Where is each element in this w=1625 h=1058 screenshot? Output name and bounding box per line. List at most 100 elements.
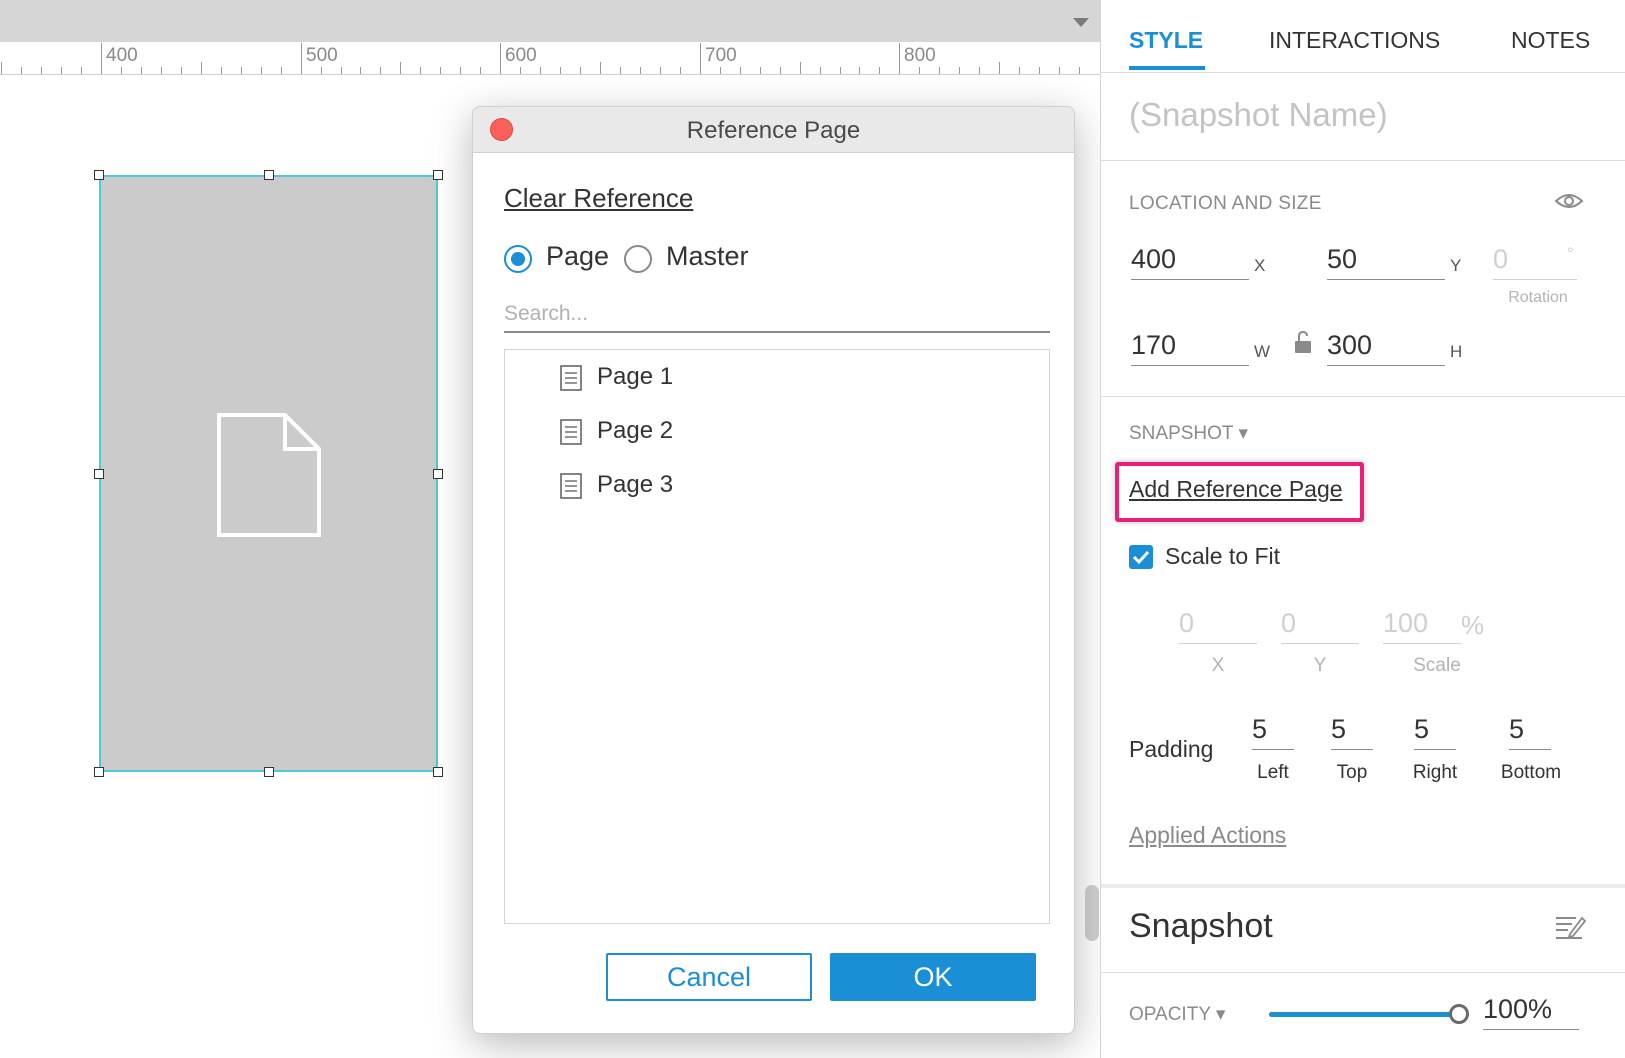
page-item-label: Page 2: [597, 417, 674, 444]
padding-right-field[interactable]: 5: [1414, 714, 1456, 750]
ruler-tick: [780, 67, 781, 74]
resize-handle-bottom-right[interactable]: [433, 767, 443, 777]
vertical-scrollbar[interactable]: [1085, 885, 1099, 941]
scale-to-fit-checkbox[interactable]: [1129, 545, 1153, 569]
radio-master[interactable]: [624, 245, 652, 273]
eye-icon[interactable]: [1554, 191, 1584, 211]
rotation-unit: °: [1567, 244, 1574, 263]
offset-x-field[interactable]: 0: [1179, 608, 1257, 644]
tab-notes[interactable]: NOTES: [1511, 27, 1590, 54]
resize-handle-top-left[interactable]: [94, 170, 104, 180]
resize-handle-top[interactable]: [264, 170, 274, 180]
page-icon: [560, 419, 582, 445]
radio-page-label[interactable]: Page: [546, 241, 609, 272]
padding-left-caption: Left: [1257, 762, 1289, 783]
ruler-tick: [600, 62, 601, 74]
page-item-label: Page 1: [597, 363, 674, 390]
reference-page-dialog: Reference Page Clear Reference Page Mast…: [472, 106, 1075, 1034]
opacity-slider-handle[interactable]: [1449, 1004, 1469, 1024]
rotation-caption: Rotation: [1508, 289, 1568, 306]
height-field[interactable]: 300: [1327, 330, 1445, 366]
ruler-label: 600: [505, 45, 537, 66]
page-list: Page 1 Page 2 Page 3: [504, 349, 1050, 924]
y-field[interactable]: 50: [1327, 244, 1445, 280]
page-item-label: Page 3: [597, 471, 674, 498]
padding-left-field[interactable]: 5: [1252, 714, 1294, 750]
radio-master-label[interactable]: Master: [666, 241, 749, 272]
x-field[interactable]: 400: [1131, 244, 1249, 280]
radio-page[interactable]: [504, 245, 532, 273]
width-field[interactable]: 170: [1131, 330, 1249, 366]
h-field-label: H: [1450, 342, 1463, 361]
ruler-tick: [979, 67, 980, 74]
ruler-tick: [380, 67, 381, 74]
tab-style[interactable]: STYLE: [1129, 27, 1203, 54]
ruler-tick: [580, 67, 581, 74]
resize-handle-bottom-left[interactable]: [94, 767, 104, 777]
snapshot-section-toggle[interactable]: SNAPSHOT ▾: [1129, 422, 1248, 445]
ruler-tick: [301, 43, 302, 74]
page-icon: [560, 473, 582, 499]
w-field-label: W: [1254, 342, 1271, 361]
ruler-tick: [221, 67, 222, 74]
padding-bottom-caption: Bottom: [1500, 762, 1562, 783]
resize-handle-right[interactable]: [433, 469, 443, 479]
offset-x-caption: X: [1211, 655, 1225, 676]
scale-to-fit-label[interactable]: Scale to Fit: [1165, 543, 1280, 570]
padding-top-field[interactable]: 5: [1331, 714, 1373, 750]
scale-unit: %: [1461, 610, 1485, 640]
search-input[interactable]: [504, 297, 1050, 333]
divider: [1101, 884, 1625, 888]
ok-button[interactable]: OK: [830, 953, 1036, 1001]
ruler-tick: [281, 67, 282, 74]
ruler-tick: [181, 67, 182, 74]
ruler-tick: [740, 67, 741, 74]
ruler-label: 500: [306, 45, 338, 66]
active-tab-indicator: [1129, 66, 1205, 70]
ruler-tick: [939, 67, 940, 74]
resize-handle-bottom[interactable]: [264, 767, 274, 777]
ruler-tick: [959, 67, 960, 74]
dialog-title: Reference Page: [686, 117, 861, 144]
y-field-label: Y: [1450, 256, 1462, 275]
opacity-slider-track[interactable]: [1269, 1012, 1455, 1017]
ruler-tick: [700, 43, 701, 74]
resize-handle-top-right[interactable]: [433, 170, 443, 180]
ruler-tick: [141, 67, 142, 74]
scale-field[interactable]: 100: [1383, 608, 1461, 644]
ruler-tick: [420, 67, 421, 74]
ruler-tick: [999, 62, 1000, 74]
dropdown-arrow-icon[interactable]: [1073, 18, 1089, 27]
ruler-tick: [360, 67, 361, 74]
ruler-tick: [720, 67, 721, 74]
opacity-field[interactable]: 100%: [1483, 994, 1579, 1030]
offset-y-field[interactable]: 0: [1281, 608, 1359, 644]
ruler-tick: [21, 67, 22, 74]
add-reference-page-link[interactable]: Add Reference Page: [1129, 476, 1343, 503]
ruler-label: 800: [904, 45, 936, 66]
ruler-tick: [400, 62, 401, 74]
tab-interactions[interactable]: INTERACTIONS: [1269, 27, 1440, 54]
padding-bottom-field[interactable]: 5: [1509, 714, 1551, 750]
ruler-tick: [560, 67, 561, 74]
location-size-label: LOCATION AND SIZE: [1129, 193, 1322, 214]
snapshot-widget[interactable]: [99, 175, 438, 772]
opacity-label[interactable]: OPACITY ▾: [1129, 1003, 1225, 1026]
ruler-tick: [1019, 67, 1020, 74]
resize-handle-left[interactable]: [94, 469, 104, 479]
ruler-tick: [540, 67, 541, 74]
ruler-tick: [261, 67, 262, 74]
edit-notes-icon[interactable]: [1554, 912, 1586, 942]
snapshot-name-field[interactable]: (Snapshot Name): [1129, 96, 1579, 134]
padding-label: Padding: [1129, 736, 1214, 762]
lock-icon[interactable]: [1293, 330, 1313, 354]
rotation-field[interactable]: 0: [1493, 244, 1577, 280]
ruler-tick: [660, 67, 661, 74]
cancel-button[interactable]: Cancel: [606, 953, 812, 1001]
applied-actions-link[interactable]: Applied Actions: [1129, 822, 1286, 849]
padding-top-caption: Top: [1336, 762, 1368, 783]
dialog-titlebar[interactable]: Reference Page: [473, 107, 1074, 153]
clear-reference-link[interactable]: Clear Reference: [504, 183, 693, 214]
ruler-tick: [201, 62, 202, 74]
style-section-heading: Snapshot: [1129, 907, 1273, 945]
